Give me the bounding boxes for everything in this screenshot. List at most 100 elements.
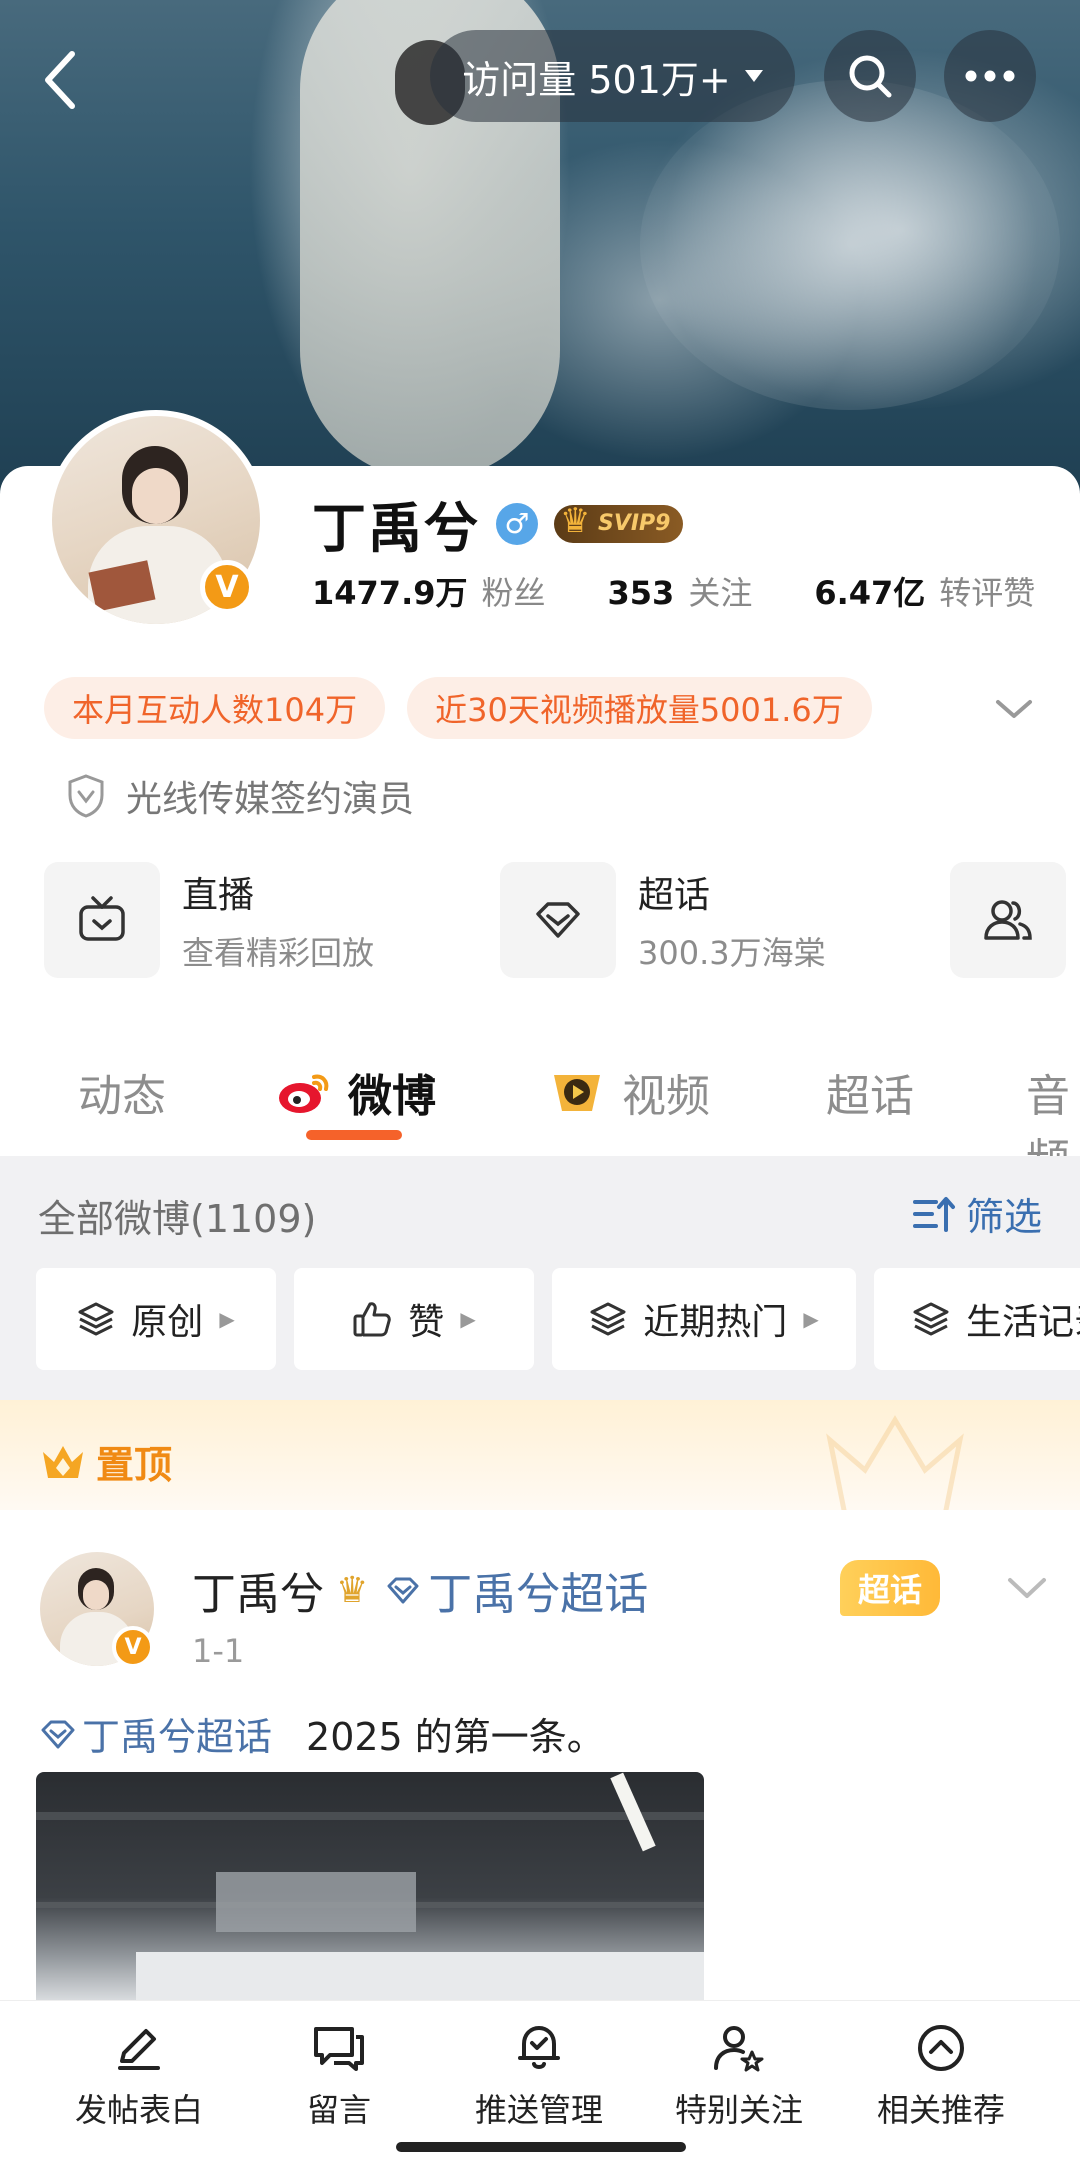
chips-expand-button[interactable] bbox=[990, 690, 1038, 728]
chevron-down-icon bbox=[744, 70, 763, 82]
chip-video-views[interactable]: 近30天视频播放量5001.6万 bbox=[407, 677, 872, 739]
filter-liked[interactable]: 赞 ▶ bbox=[294, 1268, 534, 1370]
tab-video[interactable]: 视频 bbox=[546, 1060, 710, 1124]
vip-crown-icon: ♛ bbox=[336, 1569, 369, 1611]
post-menu-button[interactable] bbox=[1004, 1574, 1050, 1604]
filter-life-record[interactable]: 生活记录 bbox=[874, 1268, 1080, 1370]
weibo-logo-icon bbox=[279, 1074, 329, 1113]
profile-stats: 1477.9万 粉丝 353 关注 6.47亿 转评赞 bbox=[312, 568, 1035, 614]
post-topic-link[interactable]: 丁禹兮超话 bbox=[386, 1558, 648, 1622]
caret-right-icon: ▶ bbox=[803, 1307, 819, 1331]
pinned-label: 置顶 bbox=[40, 1434, 172, 1489]
filter-pill-label: 赞 bbox=[408, 1302, 445, 1343]
tab-label: 视频 bbox=[622, 1071, 710, 1122]
chip-monthly-interactions[interactable]: 本月互动人数104万 bbox=[44, 677, 386, 739]
profile-avatar[interactable]: V bbox=[46, 410, 266, 630]
filter-original[interactable]: 原创 ▶ bbox=[36, 1268, 276, 1370]
pinned-banner: 置顶 bbox=[0, 1400, 1080, 1518]
stat-following[interactable]: 353 关注 bbox=[608, 568, 753, 614]
svip-badge[interactable]: SVIP9 bbox=[554, 501, 683, 543]
live-title: 直播 bbox=[182, 875, 255, 916]
following-count: 353 bbox=[607, 574, 675, 612]
cover-splash bbox=[640, 80, 1060, 410]
tab-weibo[interactable]: 微博 bbox=[274, 1060, 436, 1124]
verification-info[interactable]: 光线传媒签约演员 bbox=[66, 770, 414, 822]
diamond-icon bbox=[387, 1577, 419, 1604]
super-topic-tag[interactable]: 超话 bbox=[840, 1560, 941, 1616]
followers-label: 粉丝 bbox=[481, 574, 546, 612]
push-settings-button[interactable]: 推送管理 bbox=[444, 2021, 634, 2131]
post-author-name[interactable]: 丁禹兮 bbox=[192, 1558, 324, 1622]
inline-topic-link[interactable]: 丁禹兮超话 bbox=[40, 1706, 272, 1761]
following-label: 关注 bbox=[688, 574, 753, 612]
layers-icon bbox=[590, 1302, 626, 1336]
live-subtitle: 查看精彩回放 bbox=[182, 934, 375, 972]
profile-tabs: 动态 微博 视频 超话 音频 bbox=[0, 1046, 1080, 1186]
message-icon bbox=[314, 2027, 364, 2071]
verification-text: 光线传媒签约演员 bbox=[126, 779, 415, 820]
weibo-post[interactable]: V 丁禹兮 ♛ 丁禹兮超话 1-1 超话 丁禹兮超话 2025 的第一条。 bbox=[0, 1510, 1080, 2000]
chevron-down-icon bbox=[996, 700, 1032, 718]
filter-pill-label: 原创 bbox=[131, 1302, 204, 1343]
entry-icon-box bbox=[44, 862, 160, 978]
message-button[interactable]: 留言 bbox=[244, 2021, 434, 2131]
diamond-icon bbox=[536, 902, 580, 938]
fans-group-entry[interactable] bbox=[950, 862, 1066, 978]
post-image[interactable] bbox=[36, 1772, 704, 2000]
inline-topic-label: 丁禹兮超话 bbox=[82, 1715, 273, 1759]
tv-icon bbox=[79, 896, 125, 941]
diamond-icon bbox=[41, 1720, 75, 1748]
tab-super-topic[interactable]: 超话 bbox=[826, 1060, 914, 1124]
more-icon bbox=[965, 70, 1015, 82]
back-button[interactable] bbox=[30, 40, 90, 120]
bottom-bar-label: 相关推荐 bbox=[876, 2091, 1005, 2129]
caret-right-icon: ▶ bbox=[460, 1307, 476, 1331]
user-star-icon bbox=[714, 2026, 764, 2072]
filter-recent-hot[interactable]: 近期热门 ▶ bbox=[552, 1268, 856, 1370]
verified-badge-icon: V bbox=[200, 560, 254, 614]
pencil-icon bbox=[118, 2029, 160, 2070]
post-confession-button[interactable]: 发帖表白 bbox=[44, 2021, 234, 2131]
super-topic-subtitle: 300.3万海棠 bbox=[638, 934, 826, 972]
bottom-bar-label: 发帖表白 bbox=[74, 2091, 203, 2129]
all-weibo-count: 全部微博(1109) bbox=[38, 1197, 317, 1241]
sort-filter-icon bbox=[913, 1196, 955, 1232]
related-recommend-button[interactable]: 相关推荐 bbox=[846, 2021, 1036, 2131]
chevron-up-circle-icon bbox=[918, 2025, 964, 2071]
tab-dynamic[interactable]: 动态 bbox=[78, 1060, 166, 1124]
more-button[interactable] bbox=[944, 30, 1036, 122]
users-icon bbox=[984, 900, 1032, 940]
profile-name: 丁禹兮 bbox=[312, 497, 480, 560]
interactions-count: 6.47亿 bbox=[814, 574, 926, 612]
home-indicator[interactable] bbox=[396, 2142, 686, 2152]
super-topic-entry[interactable]: 超话 300.3万海棠 bbox=[500, 862, 826, 978]
live-entry[interactable]: 直播 查看精彩回放 bbox=[44, 862, 374, 978]
layers-icon bbox=[913, 1302, 949, 1336]
caret-right-icon: ▶ bbox=[219, 1307, 235, 1331]
visit-count-button[interactable]: 访问量 501万+ bbox=[430, 30, 795, 122]
back-arrow-icon bbox=[45, 51, 75, 109]
filter-button[interactable]: 筛选 bbox=[912, 1186, 1042, 1241]
bottom-bar-label: 特别关注 bbox=[674, 2091, 803, 2129]
followers-count: 1477.9万 bbox=[312, 574, 468, 612]
search-icon bbox=[849, 55, 892, 98]
tab-label: 超话 bbox=[826, 1071, 914, 1122]
bell-check-icon bbox=[518, 2026, 560, 2069]
gender-male-icon: ♂ bbox=[496, 502, 538, 545]
crown-icon bbox=[43, 1445, 83, 1478]
crown-watermark-icon bbox=[826, 1415, 964, 1518]
special-follow-button[interactable]: 特别关注 bbox=[644, 2021, 834, 2131]
stat-interactions[interactable]: 6.47亿 转评赞 bbox=[814, 568, 1035, 614]
post-header: 丁禹兮 ♛ 丁禹兮超话 bbox=[192, 1558, 648, 1622]
chevron-down-icon bbox=[1008, 1578, 1046, 1598]
search-button[interactable] bbox=[824, 30, 916, 122]
interactions-label: 转评赞 bbox=[939, 574, 1036, 612]
filter-pill-label: 近期热门 bbox=[643, 1302, 788, 1343]
stat-followers[interactable]: 1477.9万 粉丝 bbox=[312, 568, 546, 614]
tab-label: 微博 bbox=[348, 1071, 436, 1122]
filter-label: 筛选 bbox=[966, 1195, 1043, 1239]
shield-check-icon bbox=[68, 774, 104, 818]
thumbs-up-icon bbox=[353, 1302, 392, 1337]
visit-count-label: 访问量 501万+ bbox=[462, 57, 731, 102]
tab-label: 动态 bbox=[78, 1071, 166, 1122]
